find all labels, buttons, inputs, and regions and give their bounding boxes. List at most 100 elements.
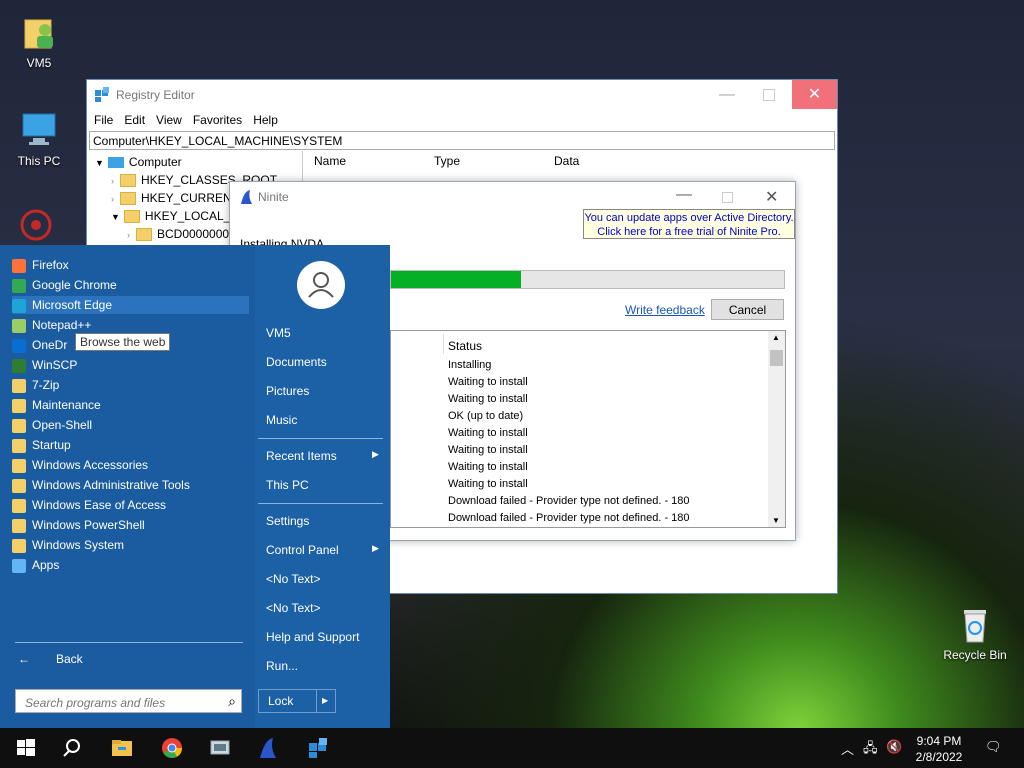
start-right-item[interactable]: Documents	[266, 355, 327, 369]
folder-icon	[12, 458, 26, 473]
cancel-button[interactable]: Cancel	[711, 299, 784, 320]
back-label: Back	[56, 652, 83, 666]
column-type[interactable]: Type	[434, 154, 460, 168]
program-item[interactable]: Microsoft Edge	[12, 296, 249, 314]
status-row: Waiting to install	[448, 461, 528, 473]
folder-icon	[123, 210, 140, 224]
program-item[interactable]: Windows PowerShell	[12, 516, 145, 534]
edge-icon	[12, 298, 26, 313]
scroll-up-icon[interactable]: ▲	[772, 333, 780, 342]
folder-icon	[12, 438, 26, 453]
address-bar[interactable]: Computer\HKEY_LOCAL_MACHINE\SYSTEM	[89, 131, 835, 150]
program-item[interactable]: WinSCP	[12, 356, 77, 374]
clock[interactable]: 9:04 PM 2/8/2022	[906, 733, 972, 765]
ninite-pro-promo[interactable]: You can update apps over Active Director…	[583, 209, 795, 239]
column-name[interactable]: Name	[314, 154, 346, 168]
registry-editor-icon[interactable]	[208, 736, 232, 760]
maximize-button[interactable]	[763, 89, 775, 101]
program-item[interactable]: OneDr	[12, 336, 67, 354]
folder-icon	[12, 498, 26, 513]
start-right-item[interactable]: <No Text>	[266, 572, 320, 586]
start-right-item[interactable]: Music	[266, 413, 297, 427]
folder-icon	[120, 192, 136, 206]
chevron-right-icon[interactable]: ›	[111, 194, 114, 204]
menu-view[interactable]: View	[156, 110, 182, 130]
back-button[interactable]: ← Back	[18, 652, 83, 666]
start-right-item[interactable]: Control Panel ▶	[266, 543, 379, 557]
program-item[interactable]: Windows System	[12, 536, 124, 554]
close-button[interactable]: ✕	[765, 187, 778, 207]
tree-item-computer[interactable]: ▼ Computer	[95, 153, 182, 171]
menu-file[interactable]: File	[94, 110, 113, 130]
tree-item-hkcu[interactable]: › HKEY_CURRENT	[111, 189, 239, 207]
column-data[interactable]: Data	[554, 154, 579, 168]
scroll-down-icon[interactable]: ▼	[772, 516, 780, 525]
computer-icon	[19, 110, 59, 150]
program-item[interactable]: Firefox	[12, 256, 69, 274]
title-bar[interactable]: Registry Editor — ✕	[87, 80, 837, 110]
notifications-icon[interactable]: 🗨	[985, 739, 1002, 755]
start-icon[interactable]	[14, 736, 38, 760]
status-row: Waiting to install	[448, 393, 528, 405]
ninite-icon[interactable]	[256, 736, 280, 760]
program-item[interactable]: 7-Zip	[12, 376, 59, 394]
start-right-item[interactable]: VM5	[266, 326, 291, 340]
start-right-item[interactable]: Recent Items ▶	[266, 449, 379, 463]
start-right-label: This PC	[266, 478, 309, 492]
search-icon[interactable]: ⌕	[228, 693, 236, 710]
vertical-scrollbar[interactable]: ▲ ▼	[768, 331, 785, 527]
program-item[interactable]: Google Chrome	[12, 276, 117, 294]
red-app-icon[interactable]	[16, 205, 56, 248]
start-right-label: Music	[266, 413, 298, 427]
chevron-down-icon[interactable]: ▼	[95, 158, 104, 168]
menu-favorites[interactable]: Favorites	[193, 110, 242, 130]
chevron-right-icon[interactable]: ›	[111, 176, 114, 186]
program-item[interactable]: Windows Administrative Tools	[12, 476, 190, 494]
avatar[interactable]	[297, 261, 345, 309]
tree-item-bcd[interactable]: › BCD00000000	[127, 225, 236, 243]
search-icon[interactable]	[60, 736, 84, 760]
scroll-thumb[interactable]	[770, 350, 783, 366]
search-input[interactable]	[23, 695, 217, 711]
maximize-button[interactable]	[722, 192, 733, 203]
program-item[interactable]: Open-Shell	[12, 416, 92, 434]
file-explorer-icon[interactable]	[110, 736, 134, 760]
winscp-icon	[12, 358, 26, 373]
network-icon[interactable]: 🖧	[863, 739, 878, 761]
start-right-item[interactable]: This PC	[266, 478, 309, 492]
program-item[interactable]: Apps	[12, 556, 59, 574]
close-button[interactable]: ✕	[792, 80, 837, 109]
start-right-item[interactable]: Run...	[266, 659, 298, 673]
desktop-icon-this-pc[interactable]: This PC	[4, 110, 74, 168]
start-right-item[interactable]: Help and Support	[266, 630, 359, 644]
program-item[interactable]: Windows Ease of Access	[12, 496, 166, 514]
chevron-up-icon[interactable]: ︿	[841, 739, 854, 758]
program-label: Notepad++	[32, 318, 92, 332]
start-right-item[interactable]: Settings	[266, 514, 309, 528]
chevron-down-icon[interactable]: ▼	[111, 212, 120, 222]
menu-edit[interactable]: Edit	[124, 110, 145, 130]
chrome-icon[interactable]	[160, 736, 184, 760]
chevron-right-icon[interactable]: ▶	[322, 690, 328, 712]
start-right-item[interactable]: <No Text>	[266, 601, 320, 615]
program-item[interactable]: Windows Accessories	[12, 456, 148, 474]
status-row: Waiting to install	[448, 478, 528, 490]
start-right-item[interactable]: Pictures	[266, 384, 309, 398]
minimize-button[interactable]: —	[676, 186, 692, 204]
regedit-cube-icon[interactable]	[306, 736, 330, 760]
program-item[interactable]: Notepad++	[12, 316, 91, 334]
write-feedback-link[interactable]: Write feedback	[625, 303, 705, 317]
desktop-icon-recycle-bin[interactable]: Recycle Bin	[940, 604, 1010, 662]
desktop-icon-vm5[interactable]: VM5	[4, 12, 74, 70]
search-box[interactable]: ⌕	[15, 689, 242, 713]
program-item[interactable]: Startup	[12, 436, 71, 454]
chevron-right-icon[interactable]: ›	[127, 230, 130, 240]
menu-help[interactable]: Help	[253, 110, 278, 130]
minimize-button[interactable]: —	[719, 86, 735, 104]
program-item[interactable]: Maintenance	[12, 396, 101, 414]
lock-button[interactable]: Lock ▶	[258, 689, 336, 713]
volume-muted-icon[interactable]: 🔇	[886, 739, 902, 755]
status-column-header[interactable]: Status	[448, 339, 482, 353]
registry-editor-icon	[94, 87, 110, 106]
tree-item-hklm[interactable]: ▼ HKEY_LOCAL_M	[111, 207, 240, 225]
